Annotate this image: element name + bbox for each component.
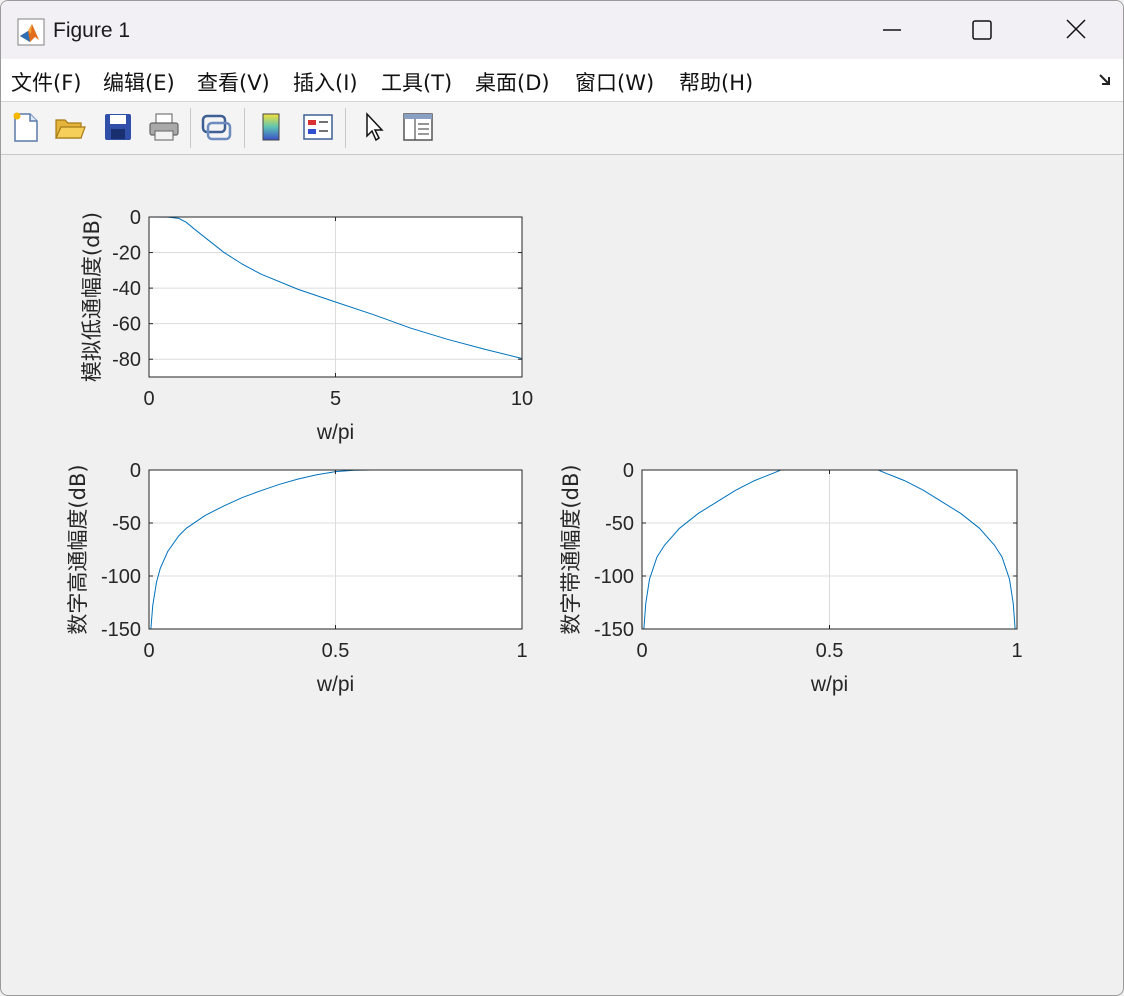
link-plot-icon[interactable] xyxy=(199,110,233,144)
property-editor-icon[interactable] xyxy=(401,110,435,144)
plot-3-y-tick-label: -100 xyxy=(594,566,634,588)
menu-tools[interactable]: 工具(T) xyxy=(381,67,452,97)
menu-desktop[interactable]: 桌面(D) xyxy=(475,67,550,97)
plot-1-y-tick-label: -20 xyxy=(112,243,141,265)
plot-1-y-axis-label: 模拟低通幅度(dB) xyxy=(80,212,104,382)
colorbar-icon[interactable] xyxy=(255,110,289,144)
plot-1-x-tick-label: 5 xyxy=(330,388,341,410)
open-folder-icon[interactable] xyxy=(53,110,87,144)
matlab-logo-icon xyxy=(17,18,45,46)
pointer-icon[interactable] xyxy=(357,110,391,144)
plot-2-x-tick-label: 0.5 xyxy=(322,640,350,662)
plot-1-y-tick-label: -60 xyxy=(112,314,141,336)
plot-3-x-tick-label: 1 xyxy=(1011,640,1022,662)
plot-2-y-tick-label: -150 xyxy=(101,619,141,641)
menu-view[interactable]: 查看(V) xyxy=(197,67,270,97)
minimize-button[interactable] xyxy=(843,1,939,59)
plot-3-y-tick-label: -150 xyxy=(594,619,634,641)
legend-icon[interactable] xyxy=(301,110,335,144)
plot-1-y-tick-label: -40 xyxy=(112,278,141,300)
plot-2-y-tick-label: 0 xyxy=(130,460,141,482)
maximize-icon xyxy=(972,20,992,40)
plot-3-x-tick-label: 0 xyxy=(636,640,647,662)
toolbar-separator xyxy=(190,108,191,148)
menu-bar: 文件(F) 编辑(E) 查看(V) 插入(I) 工具(T) 桌面(D) 窗口(W… xyxy=(1,59,1123,101)
plot-2-y-axis-label: 数字高通幅度(dB) xyxy=(66,464,90,634)
plot-3-y-axis-label: 数字带通幅度(dB) xyxy=(559,464,583,634)
print-icon[interactable] xyxy=(147,110,181,144)
plot-1-y-tick-label: 0 xyxy=(130,207,141,229)
plot-1-y-tick-label: -80 xyxy=(112,349,141,371)
figure-window: Figure 1 文件(F) 编辑(E) 查看(V) 插入(I) 工具(T) 桌… xyxy=(0,0,1124,996)
close-icon xyxy=(1066,19,1086,39)
window-title: Figure 1 xyxy=(53,19,131,42)
plot-2-x-axis-label: w/pi xyxy=(316,673,354,696)
plot-3-x-axis-label: w/pi xyxy=(810,673,848,696)
close-button[interactable] xyxy=(1027,1,1123,59)
plots-svg: 0 5 100-20-40-60-80w/pi模拟低通幅度(dB)0 0.5 10-50… xyxy=(66,207,1023,696)
plot-1-x-tick-label: 10 xyxy=(511,388,533,410)
new-figure-icon[interactable] xyxy=(9,110,43,144)
plot-1-x-axis-label: w/pi xyxy=(316,421,354,444)
toolbar-separator xyxy=(244,108,245,148)
menu-help[interactable]: 帮助(H) xyxy=(679,67,753,97)
menu-insert[interactable]: 插入(I) xyxy=(293,67,358,97)
plot-2-y-tick-label: -50 xyxy=(112,513,141,535)
plot-3-x-tick-label: 0.5 xyxy=(816,640,844,662)
plot-3-y-tick-label: -50 xyxy=(605,513,634,535)
title-bar[interactable]: Figure 1 xyxy=(1,1,1123,59)
toolbar-separator xyxy=(345,108,346,148)
plot-2-x-tick-label: 0 xyxy=(143,640,154,662)
plot-1-x-tick-label: 0 xyxy=(143,388,154,410)
plot-3-y-tick-label: 0 xyxy=(623,460,634,482)
menu-window[interactable]: 窗口(W) xyxy=(575,67,654,97)
figure-canvas: 0 5 10 0 -20 -40 -60 -80 w/pi 模拟低通幅度(dB) 0 0.5 1 0 -50… xyxy=(1,154,1123,995)
plot-2-x-tick-label: 1 xyxy=(516,640,527,662)
menu-edit[interactable]: 编辑(E) xyxy=(103,67,175,97)
plot-2-y-tick-label: -100 xyxy=(101,566,141,588)
maximize-button[interactable] xyxy=(935,1,1031,59)
minimize-icon xyxy=(883,29,901,31)
save-icon[interactable] xyxy=(101,110,135,144)
menu-expand-icon[interactable] xyxy=(1097,71,1115,89)
menu-file[interactable]: 文件(F) xyxy=(11,67,81,97)
figure-toolbar xyxy=(1,101,1123,155)
